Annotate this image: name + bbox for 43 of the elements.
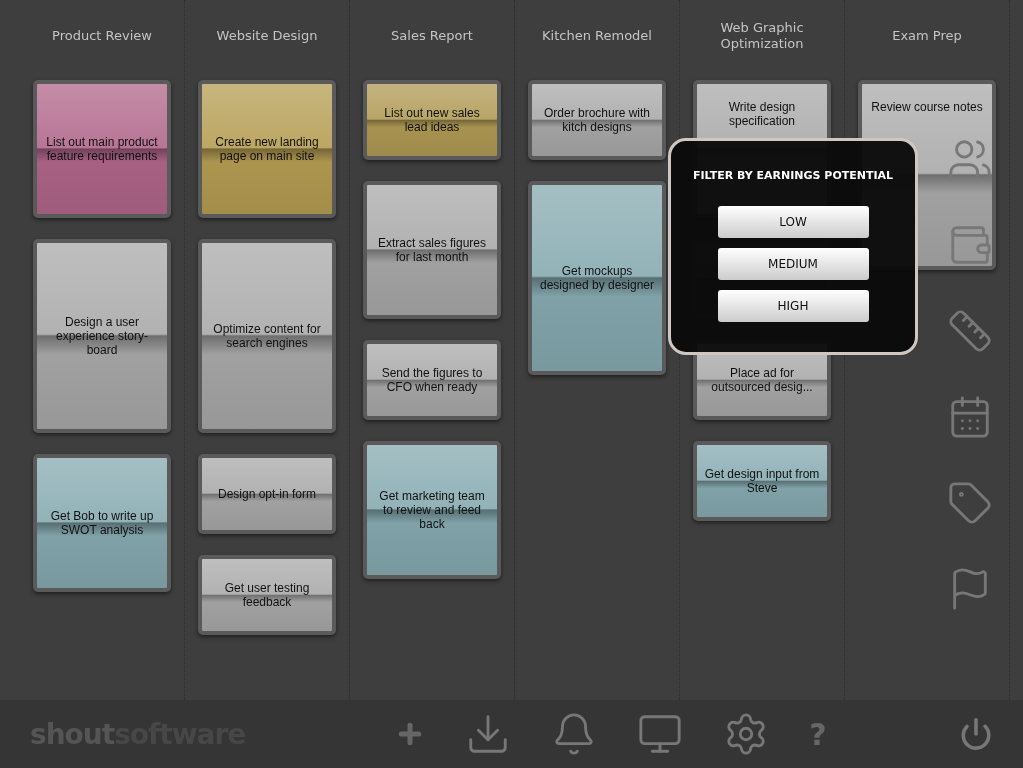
card-text: List out main product feature requirements	[45, 135, 159, 163]
filter-button[interactable]: HIGH	[717, 290, 869, 322]
card-text: Send the figures to CFO when ready	[380, 366, 484, 394]
task-card[interactable]: Design a user experience story-board	[33, 239, 171, 433]
card-text: Design a user experience story-board	[54, 315, 149, 357]
task-card[interactable]: Design opt-in form	[198, 454, 336, 534]
filter-button[interactable]: MEDIUM	[717, 248, 869, 280]
task-card[interactable]: List out main product feature requirements	[33, 80, 171, 218]
card-text: Get design input from Steve	[703, 467, 821, 495]
card-text: List out new sales lead ideas	[383, 106, 481, 134]
column-title: Sales Report	[390, 28, 474, 44]
ruler-icon[interactable]	[947, 308, 993, 354]
card-text: Review course notes	[871, 100, 983, 114]
task-card[interactable]: Get mockups designed by designer	[528, 181, 666, 375]
task-card[interactable]: Get user testing feedback	[198, 555, 336, 635]
task-card[interactable]: Get design input from Steve	[693, 441, 831, 521]
card-text: Create new landing page on main site	[214, 135, 320, 163]
column-title: Web Graphic Optimization	[719, 20, 805, 52]
task-card[interactable]: Get Bob to write up SWOT analysis	[33, 454, 171, 592]
card-text: Write design specification	[727, 100, 797, 128]
task-card[interactable]: Extract sales figures for last month	[363, 181, 501, 319]
card-text: Extract sales figures for last month	[376, 236, 487, 264]
filter-button[interactable]: LOW	[717, 206, 869, 238]
column-title: Exam Prep	[891, 28, 963, 44]
task-card[interactable]: Order brochure with kitch designs	[528, 80, 666, 160]
card-text: Order brochure with kitch designs	[542, 106, 651, 134]
card-text: Get Bob to write up SWOT analysis	[49, 509, 155, 537]
card-text: Design opt-in form	[217, 487, 316, 501]
task-card[interactable]: Send the figures to CFO when ready	[363, 340, 501, 420]
column-title: Kitchen Remodel	[541, 28, 653, 44]
card-text: Optimize content for search engines	[212, 322, 322, 350]
power-icon[interactable]	[959, 717, 993, 751]
task-card[interactable]: Optimize content for search engines	[198, 239, 336, 433]
column-title: Website Design	[215, 28, 319, 44]
card-text: Place ad for outsourced desig...	[710, 366, 814, 394]
tag-icon[interactable]	[947, 480, 993, 526]
card-text: Get user testing feedback	[223, 581, 311, 609]
task-card[interactable]: List out new sales lead ideas	[363, 80, 501, 160]
task-card[interactable]: Create new landing page on main site	[198, 80, 336, 218]
card-text: Get mockups designed by designer	[538, 264, 656, 292]
card-text: Get marketing team to review and feed back	[378, 489, 486, 531]
task-card[interactable]: Get marketing team to review and feed back	[363, 441, 501, 579]
column-title: Product Review	[51, 28, 153, 44]
